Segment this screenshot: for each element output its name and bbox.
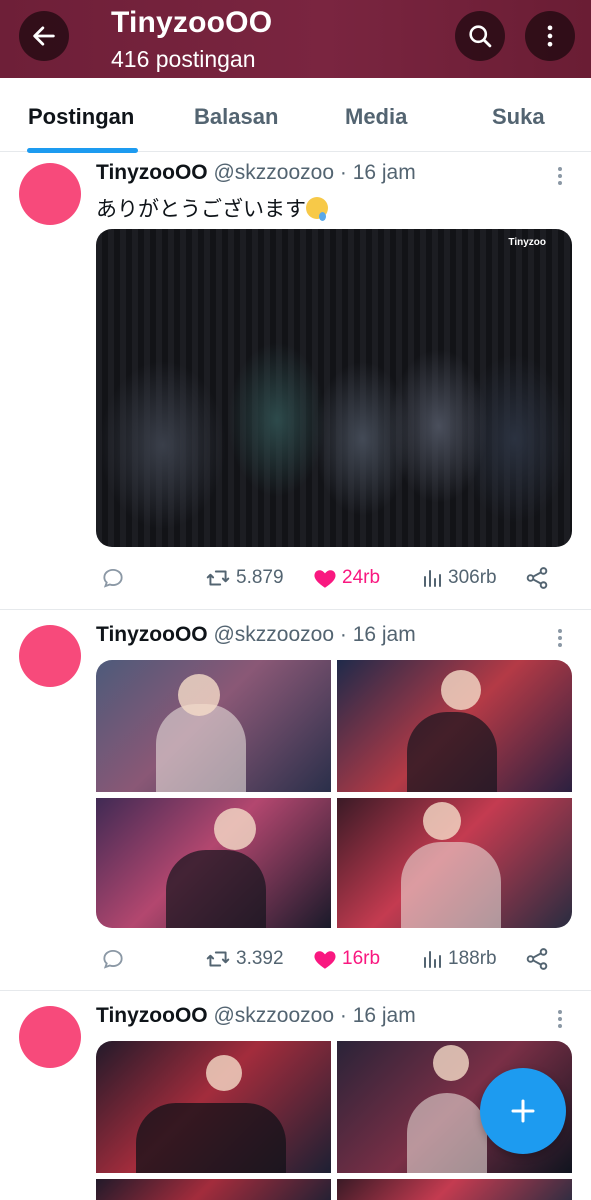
repost-count: 5.879 <box>236 567 284 588</box>
author-name[interactable]: TinyzooOO <box>96 161 208 184</box>
view-count: 306rb <box>448 567 497 588</box>
view-count: 188rb <box>448 948 497 969</box>
like-button[interactable]: 24rb <box>312 563 380 593</box>
arrow-left-icon <box>33 26 55 46</box>
post-meta: TinyzooOO @skzzoozoo · 16 jam <box>96 161 416 185</box>
photo-watermark: Tinyzoo <box>508 237 546 248</box>
like-count: 24rb <box>342 567 381 588</box>
author-name[interactable]: TinyzooOO <box>96 1004 208 1027</box>
grid-photo[interactable] <box>96 798 331 928</box>
post-photo[interactable]: Tinyzoo <box>96 229 572 547</box>
photo-grid <box>96 660 572 928</box>
post-meta: TinyzooOO @skzzoozoo · 16 jam <box>96 623 416 647</box>
post-text-content: ありがとうございます <box>96 198 306 221</box>
profile-header: TinyzooOO 416 postingan <box>0 0 591 78</box>
dot-separator: · <box>339 161 347 184</box>
grid-photo[interactable] <box>337 1179 572 1200</box>
views-icon <box>424 951 441 968</box>
search-button[interactable] <box>455 11 505 61</box>
post-more-button[interactable] <box>550 164 570 188</box>
author-handle: @skzzoozoo <box>213 1004 335 1027</box>
author-handle: @skzzoozoo <box>213 161 335 184</box>
face-holding-back-tears-emoji <box>306 197 328 221</box>
post-time: 16 jam <box>352 161 416 184</box>
heart-icon <box>314 951 336 969</box>
heart-icon <box>314 570 336 588</box>
plus-icon <box>511 1099 535 1123</box>
reply-icon <box>103 568 123 588</box>
tab-postingan[interactable]: Postingan <box>28 104 134 130</box>
profile-title: TinyzooOO <box>111 6 273 39</box>
post[interactable]: TinyzooOO @skzzoozoo · 16 jam ありがとうございます… <box>0 153 591 610</box>
share-icon <box>526 948 548 970</box>
grid-photo[interactable] <box>337 798 572 928</box>
back-button[interactable] <box>19 11 69 61</box>
grid-photo[interactable] <box>96 1041 331 1173</box>
share-button[interactable] <box>524 944 554 974</box>
post-count: 416 postingan <box>111 46 256 72</box>
author-handle: @skzzoozoo <box>213 623 335 646</box>
dot-separator: · <box>339 623 347 646</box>
tab-suka[interactable]: Suka <box>492 104 545 130</box>
grid-photo[interactable] <box>337 660 572 792</box>
post-time: 16 jam <box>352 623 416 646</box>
repost-button[interactable]: 3.392 <box>204 944 284 974</box>
like-count: 16rb <box>342 948 381 969</box>
reply-icon <box>103 949 123 969</box>
post-actions: 3.392 16rb 188rb <box>96 944 566 974</box>
avatar[interactable] <box>19 625 81 687</box>
grid-photo[interactable] <box>96 1179 331 1200</box>
repost-icon <box>206 570 230 586</box>
dot-separator: · <box>339 1004 347 1027</box>
reply-button[interactable] <box>100 944 130 974</box>
like-button[interactable]: 16rb <box>312 944 380 974</box>
tab-media[interactable]: Media <box>345 104 407 130</box>
post-time: 16 jam <box>352 1004 416 1027</box>
views-icon <box>424 570 441 587</box>
views-button[interactable]: 188rb <box>420 944 497 974</box>
post[interactable]: TinyzooOO @skzzoozoo · 16 jam 3.392 16rb <box>0 610 591 991</box>
post-actions: 5.879 24rb 306rb <box>96 563 566 593</box>
post-more-button[interactable] <box>550 626 570 650</box>
repost-count: 3.392 <box>236 948 284 969</box>
post-meta: TinyzooOO @skzzoozoo · 16 jam <box>96 1004 416 1028</box>
compose-button[interactable] <box>480 1068 566 1154</box>
views-button[interactable]: 306rb <box>420 563 497 593</box>
avatar[interactable] <box>19 1006 81 1068</box>
grid-photo[interactable] <box>96 660 331 792</box>
more-vertical-icon <box>547 25 553 47</box>
search-icon <box>469 25 492 48</box>
repost-button[interactable]: 5.879 <box>204 563 284 593</box>
post-text: ありがとうございます <box>96 193 328 223</box>
repost-icon <box>206 951 230 967</box>
reply-button[interactable] <box>100 563 130 593</box>
profile-tabs: Postingan Balasan Media Suka <box>0 78 591 153</box>
share-icon <box>526 567 548 589</box>
avatar[interactable] <box>19 163 81 225</box>
tab-balasan[interactable]: Balasan <box>194 104 278 130</box>
share-button[interactable] <box>524 563 554 593</box>
post-more-button[interactable] <box>550 1007 570 1031</box>
author-name[interactable]: TinyzooOO <box>96 623 208 646</box>
more-options-button[interactable] <box>525 11 575 61</box>
